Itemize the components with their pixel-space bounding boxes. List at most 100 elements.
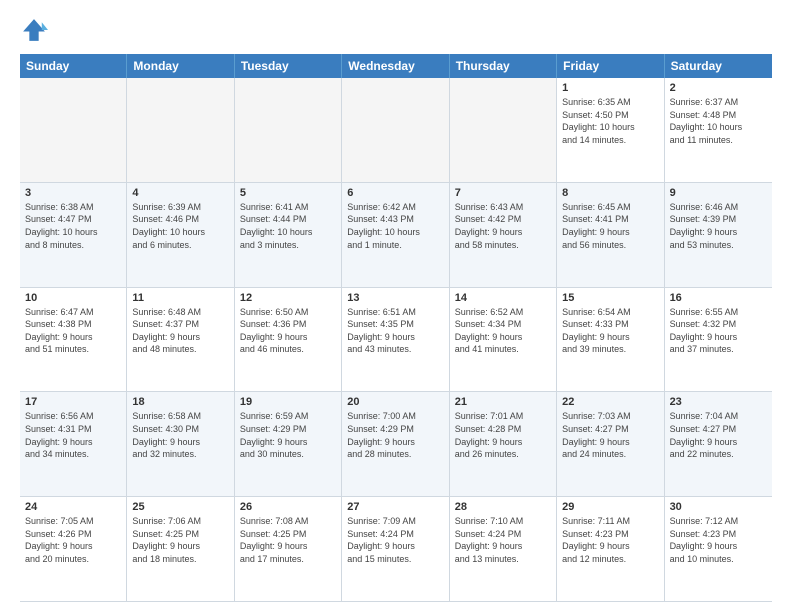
logo-icon [20,16,48,44]
day-cell-6: 6 Sunrise: 6:42 AM Sunset: 4:43 PM Daylig… [342,183,449,288]
day-cell-21: 21 Sunrise: 7:01 AM Sunset: 4:28 PM Dayli… [450,392,557,497]
day-info: Sunrise: 6:41 AM Sunset: 4:44 PM Dayligh… [240,201,336,251]
calendar-body: 1 Sunrise: 6:35 AM Sunset: 4:50 PM Daylig… [20,78,772,602]
day-number: 25 [132,501,228,513]
day-info: Sunrise: 6:42 AM Sunset: 4:43 PM Dayligh… [347,201,443,251]
day-cell-8: 8 Sunrise: 6:45 AM Sunset: 4:41 PM Daylig… [557,183,664,288]
calendar-header: SundayMondayTuesdayWednesdayThursdayFrid… [20,54,772,78]
day-info: Sunrise: 7:01 AM Sunset: 4:28 PM Dayligh… [455,410,551,460]
day-info: Sunrise: 6:39 AM Sunset: 4:46 PM Dayligh… [132,201,228,251]
day-info: Sunrise: 7:03 AM Sunset: 4:27 PM Dayligh… [562,410,658,460]
day-number: 2 [670,82,767,94]
day-cell-19: 19 Sunrise: 6:59 AM Sunset: 4:29 PM Dayli… [235,392,342,497]
day-cell-26: 26 Sunrise: 7:08 AM Sunset: 4:25 PM Dayli… [235,497,342,602]
day-info: Sunrise: 6:52 AM Sunset: 4:34 PM Dayligh… [455,306,551,356]
day-number: 18 [132,396,228,408]
day-cell-13: 13 Sunrise: 6:51 AM Sunset: 4:35 PM Dayli… [342,288,449,393]
header-day-friday: Friday [557,54,664,78]
empty-cell [450,78,557,183]
day-number: 1 [562,82,658,94]
day-info: Sunrise: 6:43 AM Sunset: 4:42 PM Dayligh… [455,201,551,251]
day-number: 27 [347,501,443,513]
day-cell-4: 4 Sunrise: 6:39 AM Sunset: 4:46 PM Daylig… [127,183,234,288]
day-info: Sunrise: 6:45 AM Sunset: 4:41 PM Dayligh… [562,201,658,251]
day-cell-14: 14 Sunrise: 6:52 AM Sunset: 4:34 PM Dayli… [450,288,557,393]
day-info: Sunrise: 7:05 AM Sunset: 4:26 PM Dayligh… [25,515,121,565]
header-day-saturday: Saturday [665,54,772,78]
day-number: 12 [240,292,336,304]
day-cell-9: 9 Sunrise: 6:46 AM Sunset: 4:39 PM Daylig… [665,183,772,288]
day-cell-17: 17Sunrise: 6:56 AM Sunset: 4:31 PM Dayli… [20,392,127,497]
day-number: 4 [132,187,228,199]
day-number: 21 [455,396,551,408]
day-number: 16 [670,292,767,304]
header-day-wednesday: Wednesday [342,54,449,78]
day-cell-1: 1 Sunrise: 6:35 AM Sunset: 4:50 PM Daylig… [557,78,664,183]
day-info: Sunrise: 6:55 AM Sunset: 4:32 PM Dayligh… [670,306,767,356]
day-cell-3: 3Sunrise: 6:38 AM Sunset: 4:47 PM Daylig… [20,183,127,288]
empty-cell [20,78,127,183]
day-number: 14 [455,292,551,304]
day-info: Sunrise: 6:47 AM Sunset: 4:38 PM Dayligh… [25,306,121,356]
day-info: Sunrise: 7:00 AM Sunset: 4:29 PM Dayligh… [347,410,443,460]
empty-cell [342,78,449,183]
day-info: Sunrise: 6:58 AM Sunset: 4:30 PM Dayligh… [132,410,228,460]
day-cell-20: 20 Sunrise: 7:00 AM Sunset: 4:29 PM Dayli… [342,392,449,497]
day-info: Sunrise: 7:11 AM Sunset: 4:23 PM Dayligh… [562,515,658,565]
day-info: Sunrise: 7:08 AM Sunset: 4:25 PM Dayligh… [240,515,336,565]
day-info: Sunrise: 7:04 AM Sunset: 4:27 PM Dayligh… [670,410,767,460]
day-cell-2: 2 Sunrise: 6:37 AM Sunset: 4:48 PM Daylig… [665,78,772,183]
day-info: Sunrise: 6:59 AM Sunset: 4:29 PM Dayligh… [240,410,336,460]
day-cell-11: 11Sunrise: 6:48 AM Sunset: 4:37 PM Dayli… [127,288,234,393]
empty-cell [127,78,234,183]
day-cell-30: 30 Sunrise: 7:12 AM Sunset: 4:23 PM Dayli… [665,497,772,602]
day-info: Sunrise: 6:51 AM Sunset: 4:35 PM Dayligh… [347,306,443,356]
header [20,16,772,44]
day-cell-10: 10 Sunrise: 6:47 AM Sunset: 4:38 PM Dayli… [20,288,127,393]
day-info: Sunrise: 6:48 AM Sunset: 4:37 PM Dayligh… [132,306,228,356]
day-cell-16: 16 Sunrise: 6:55 AM Sunset: 4:32 PM Dayli… [665,288,772,393]
day-number: 15 [562,292,658,304]
day-number: 9 [670,187,767,199]
day-info: Sunrise: 6:50 AM Sunset: 4:36 PM Dayligh… [240,306,336,356]
day-number: 13 [347,292,443,304]
day-cell-25: 25 Sunrise: 7:06 AM Sunset: 4:25 PM Dayli… [127,497,234,602]
day-cell-5: 5Sunrise: 6:41 AM Sunset: 4:44 PM Daylig… [235,183,342,288]
day-info: Sunrise: 6:54 AM Sunset: 4:33 PM Dayligh… [562,306,658,356]
day-info: Sunrise: 6:35 AM Sunset: 4:50 PM Dayligh… [562,96,658,146]
day-info: Sunrise: 7:10 AM Sunset: 4:24 PM Dayligh… [455,515,551,565]
day-cell-15: 15 Sunrise: 6:54 AM Sunset: 4:33 PM Dayli… [557,288,664,393]
day-number: 26 [240,501,336,513]
day-number: 28 [455,501,551,513]
day-number: 20 [347,396,443,408]
day-cell-23: 23 Sunrise: 7:04 AM Sunset: 4:27 PM Dayli… [665,392,772,497]
day-cell-18: 18 Sunrise: 6:58 AM Sunset: 4:30 PM Dayli… [127,392,234,497]
day-cell-22: 22 Sunrise: 7:03 AM Sunset: 4:27 PM Dayli… [557,392,664,497]
day-number: 19 [240,396,336,408]
day-number: 10 [25,292,121,304]
logo [20,16,52,44]
day-number: 7 [455,187,551,199]
day-info: Sunrise: 7:12 AM Sunset: 4:23 PM Dayligh… [670,515,767,565]
header-day-thursday: Thursday [450,54,557,78]
day-info: Sunrise: 6:46 AM Sunset: 4:39 PM Dayligh… [670,201,767,251]
day-number: 30 [670,501,767,513]
day-number: 6 [347,187,443,199]
day-cell-27: 27 Sunrise: 7:09 AM Sunset: 4:24 PM Dayli… [342,497,449,602]
day-info: Sunrise: 6:37 AM Sunset: 4:48 PM Dayligh… [670,96,767,146]
day-number: 8 [562,187,658,199]
day-info: Sunrise: 7:09 AM Sunset: 4:24 PM Dayligh… [347,515,443,565]
day-info: Sunrise: 7:06 AM Sunset: 4:25 PM Dayligh… [132,515,228,565]
page: SundayMondayTuesdayWednesdayThursdayFrid… [0,0,792,612]
day-info: Sunrise: 6:38 AM Sunset: 4:47 PM Dayligh… [25,201,121,251]
day-info: Sunrise: 6:56 AM Sunset: 4:31 PM Dayligh… [25,410,121,460]
day-cell-7: 7 Sunrise: 6:43 AM Sunset: 4:42 PM Daylig… [450,183,557,288]
day-number: 23 [670,396,767,408]
day-cell-24: 24 Sunrise: 7:05 AM Sunset: 4:26 PM Dayli… [20,497,127,602]
calendar: SundayMondayTuesdayWednesdayThursdayFrid… [20,54,772,602]
day-number: 22 [562,396,658,408]
header-day-tuesday: Tuesday [235,54,342,78]
day-number: 24 [25,501,121,513]
day-cell-12: 12 Sunrise: 6:50 AM Sunset: 4:36 PM Dayli… [235,288,342,393]
header-day-sunday: Sunday [20,54,127,78]
